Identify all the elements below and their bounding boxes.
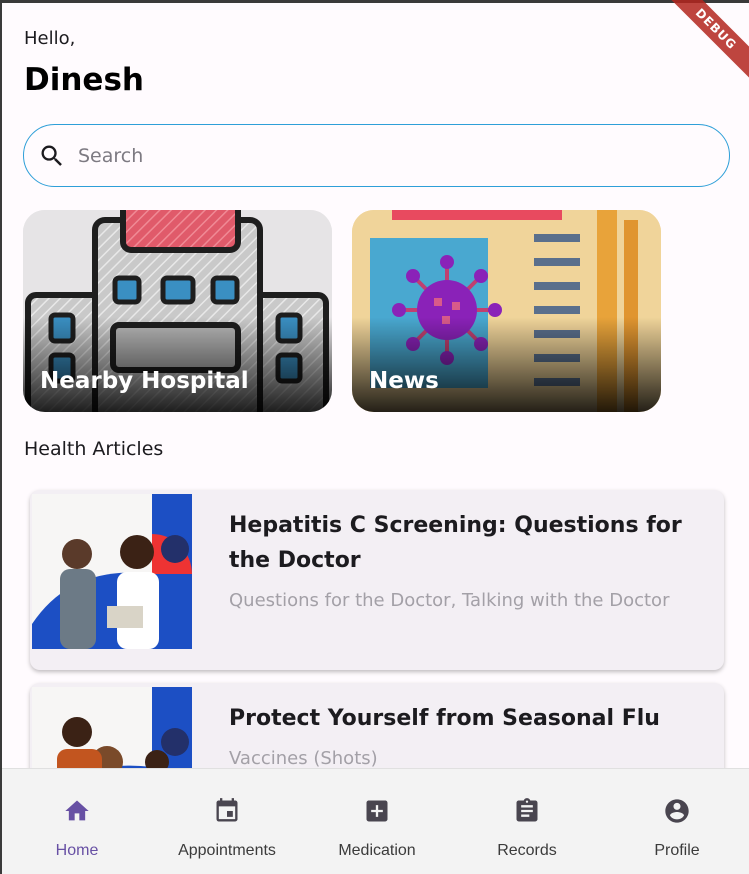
news-label: News [369,368,439,394]
nearby-hospital-tile[interactable]: Nearby Hospital [23,210,332,412]
article-subtitle: Questions for the Doctor, Talking with t… [229,590,670,611]
nav-label-appointments: Appointments [178,842,276,859]
home-icon [65,800,89,821]
article-card[interactable]: Hepatitis C Screening: Questions for the… [30,490,724,670]
nearby-hospital-label: Nearby Hospital [40,368,249,394]
article-title: Hepatitis C Screening: Questions for the… [229,513,682,573]
nav-item-medication[interactable]: Medication [302,769,452,874]
search-bar[interactable] [23,124,730,187]
calendar-icon [216,798,238,822]
search-icon [41,145,62,166]
article-title: Protect Yourself from Seasonal Flu [229,706,660,731]
nav-label-home: Home [55,842,99,859]
clipboard-icon [516,798,538,822]
greeting-text: Hello, [24,28,76,49]
bottom-navigation: Home Appointments Medication Records Pro… [2,768,749,874]
news-tile[interactable]: News [352,210,661,412]
nav-label-profile: Profile [654,842,700,859]
article-subtitle: Vaccines (Shots) [229,748,378,769]
account-circle-icon [665,799,689,823]
health-articles-heading: Health Articles [24,438,164,460]
nav-item-records[interactable]: Records [452,769,602,874]
search-input[interactable] [78,144,678,167]
medical-plus-icon [366,800,388,822]
tile-gradient [352,317,661,412]
nav-item-profile[interactable]: Profile [602,769,749,874]
nav-label-medication: Medication [338,842,416,859]
nav-label-records: Records [497,842,557,859]
nav-item-appointments[interactable]: Appointments [152,769,302,874]
tile-gradient [23,317,332,412]
nav-item-home[interactable]: Home [2,769,152,874]
article-thumbnail [32,494,192,649]
user-name: Dinesh [24,62,144,98]
